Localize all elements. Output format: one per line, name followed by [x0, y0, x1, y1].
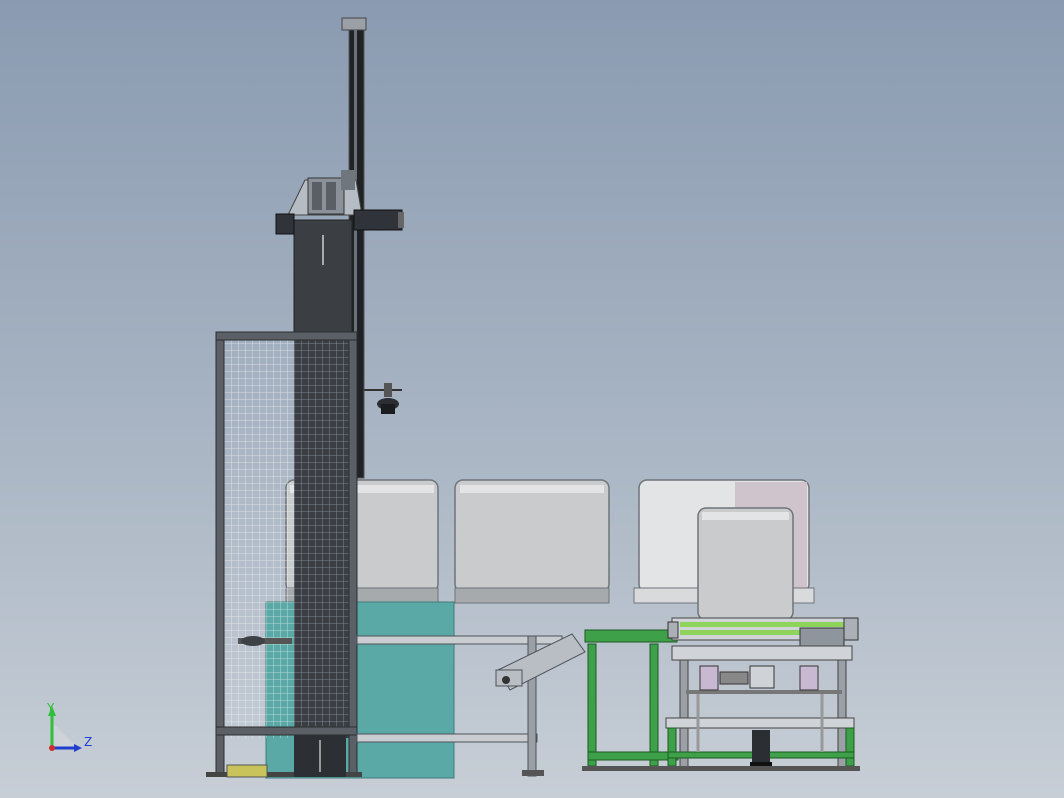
storage-bins [285, 479, 815, 621]
safety-cage [206, 331, 362, 778]
cad-model-drawing: Y Z [46, 17, 860, 779]
green-conveyor-frame [582, 617, 860, 771]
cad-viewport[interactable]: Y Z [0, 0, 1064, 798]
triad-origin [49, 745, 55, 751]
triad-z-label: Z [84, 735, 92, 749]
triad-y-label: Y [46, 701, 55, 715]
vacuum-gripper [364, 383, 402, 414]
bin-2 [454, 479, 610, 604]
axis-triad: Y Z [46, 701, 92, 752]
bin-4-on-lift [697, 507, 794, 621]
